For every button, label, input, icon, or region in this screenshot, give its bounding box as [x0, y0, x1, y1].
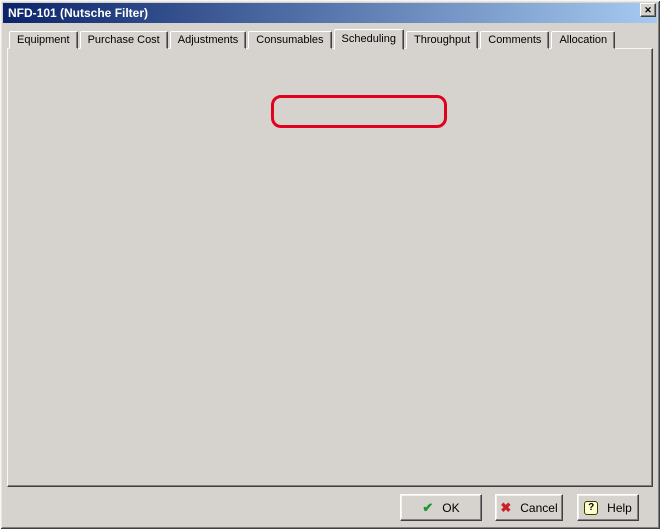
close-icon: ✕ — [644, 6, 652, 15]
help-button-label: Help — [607, 501, 632, 515]
tab-purchase-cost[interactable]: Purchase Cost — [80, 31, 168, 49]
tab-label: Scheduling — [342, 33, 396, 45]
tab-label: Equipment — [17, 34, 70, 46]
cancel-button[interactable]: ✖ Cancel — [495, 494, 563, 521]
help-button[interactable]: ? Help — [577, 494, 639, 521]
tab-comments[interactable]: Comments — [480, 31, 549, 49]
tab-strip: Equipment Purchase Cost Adjustments Cons… — [9, 28, 617, 49]
tab-scheduling[interactable]: Scheduling — [334, 29, 404, 50]
title-bar: NFD-101 (Nutsche Filter) — [3, 3, 657, 23]
ok-button-label: OK — [442, 501, 459, 515]
cancel-x-icon: ✖ — [500, 501, 511, 514]
ok-check-icon: ✔ — [422, 501, 433, 514]
cancel-button-label: Cancel — [520, 501, 557, 515]
tab-adjustments[interactable]: Adjustments — [170, 31, 247, 49]
tab-label: Purchase Cost — [88, 34, 160, 46]
tab-throughput[interactable]: Throughput — [406, 31, 478, 49]
tab-label: Consumables — [256, 34, 323, 46]
tab-label: Throughput — [414, 34, 470, 46]
help-question-glyph: ? — [588, 502, 594, 513]
tab-allocation[interactable]: Allocation — [551, 31, 615, 49]
close-button[interactable]: ✕ — [640, 3, 656, 17]
tab-label: Allocation — [559, 34, 607, 46]
tab-label: Adjustments — [178, 34, 239, 46]
tab-label: Comments — [488, 34, 541, 46]
equipment-dialog: NFD-101 (Nutsche Filter) ✕ Equipment Pur… — [0, 0, 660, 529]
scheduling-tab-panel — [7, 48, 653, 487]
tab-consumables[interactable]: Consumables — [248, 31, 331, 49]
ok-button[interactable]: ✔ OK — [400, 494, 482, 521]
tab-equipment[interactable]: Equipment — [9, 31, 78, 49]
window-title: NFD-101 (Nutsche Filter) — [8, 6, 148, 20]
help-question-icon: ? — [584, 501, 598, 515]
